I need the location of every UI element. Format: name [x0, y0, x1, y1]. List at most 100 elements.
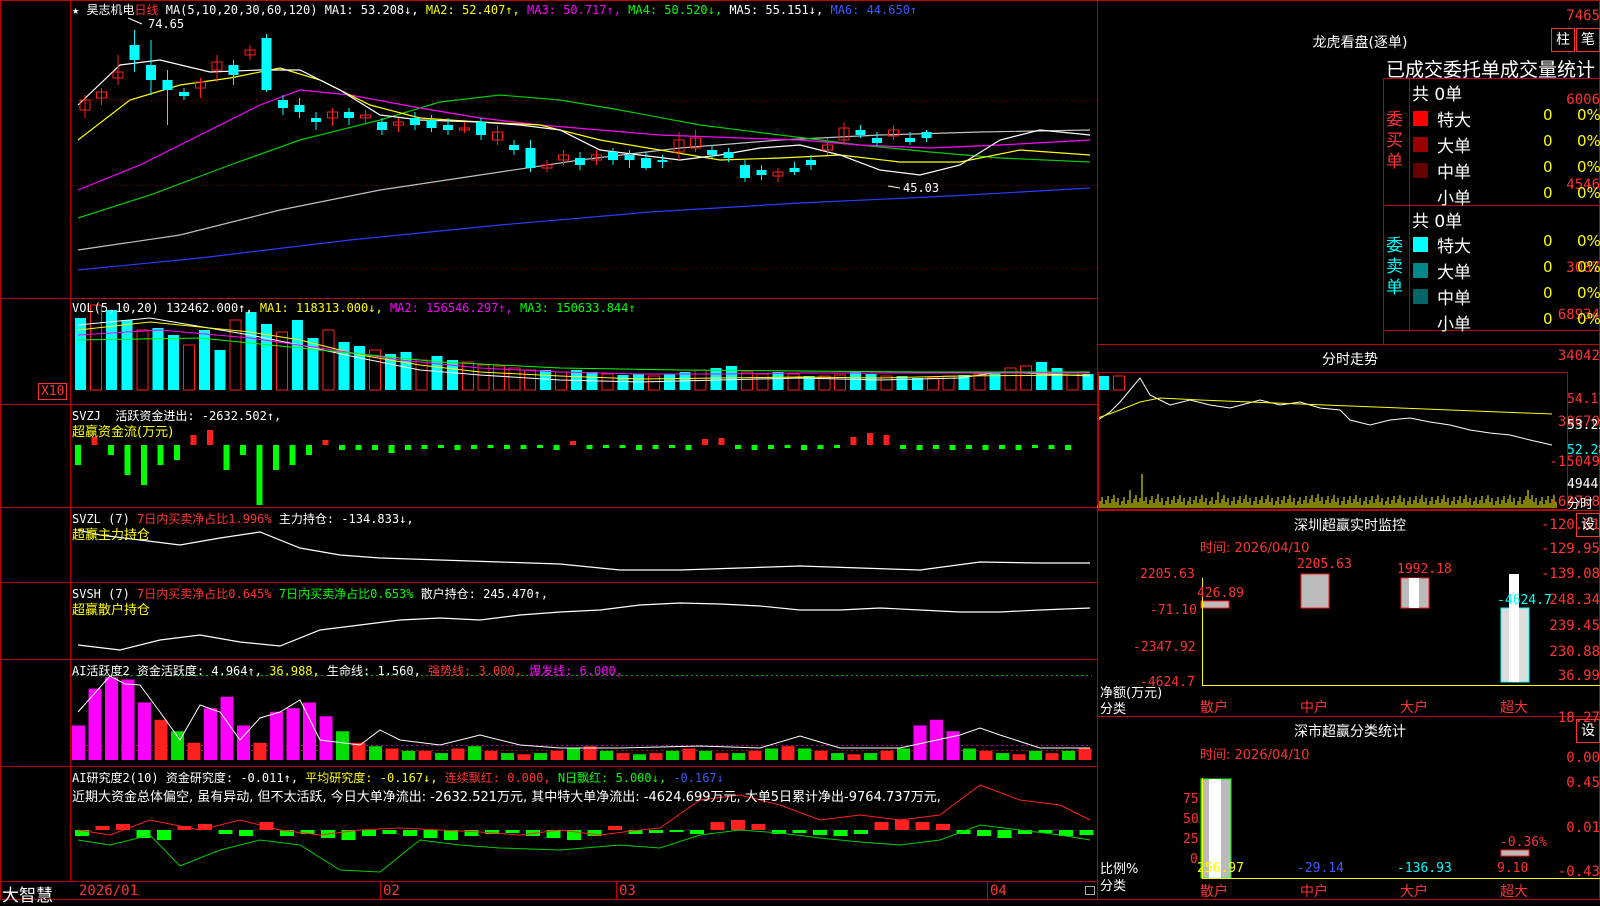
volume-bar-up	[973, 373, 986, 391]
activity-bar-burst	[88, 688, 102, 760]
sell-row-pct: 0%	[1577, 258, 1600, 276]
svzj-outflow-bar	[999, 445, 1005, 449]
svzj-inflow-bar	[322, 440, 329, 445]
period-label[interactable]: 日线	[134, 3, 158, 17]
szmon-settings-button[interactable]: 设	[1576, 513, 1600, 537]
svzj-outflow-bar	[438, 445, 444, 448]
low-note: 45.03	[903, 181, 939, 195]
research-bar-red	[608, 826, 622, 830]
sell-row-count: 0	[1543, 258, 1553, 276]
intraday-tick-2: 53.22	[1567, 418, 1600, 433]
svzl-tick-3: -139.08	[1540, 566, 1600, 582]
szmon-bar-super-highlight	[1509, 608, 1519, 682]
activity-bar-strong	[781, 746, 795, 760]
buy-swatch-3	[1413, 189, 1428, 204]
research-bar-green	[1079, 830, 1094, 835]
buy-swatch-1	[1413, 137, 1428, 152]
svzj-outflow-bar	[784, 445, 791, 448]
candle-body-down	[723, 152, 734, 158]
buy-row-pct: 0%	[1577, 158, 1600, 176]
ma3-line	[77, 89, 1091, 191]
activity-bar-strong	[682, 748, 696, 760]
volume-bar-down	[772, 372, 784, 390]
szcls-tick-50: 50	[1183, 812, 1199, 827]
svzj-outflow-bar	[504, 445, 510, 449]
category-label: 散户	[1200, 884, 1228, 900]
svzj-outflow-bar	[421, 445, 428, 449]
activity-bar-normal	[864, 753, 877, 760]
volume-bar-down	[168, 335, 179, 390]
activity-bar-strong	[1078, 748, 1092, 760]
szmon-tick-3: -2347.92	[1133, 640, 1196, 655]
star-icon[interactable]: ★	[72, 3, 79, 17]
volume-bar-down	[400, 352, 412, 390]
activity-bar-normal	[501, 753, 514, 760]
category-label: 中户	[1300, 700, 1328, 716]
ma1-line	[77, 59, 1091, 176]
svsh-line	[77, 602, 1091, 651]
activity-bar-normal	[369, 746, 382, 760]
stock-name[interactable]: 昊志机电	[86, 3, 134, 17]
research-bar-green	[218, 830, 233, 834]
activity-bar-burst	[204, 708, 217, 760]
szmon-title: 深圳超赢实时监控	[1294, 518, 1406, 534]
xaxis-apr: 04	[990, 883, 1007, 899]
buy-row-pct: 0%	[1577, 106, 1600, 124]
ai1-burst: 爆发线: 6.000,	[529, 664, 623, 678]
candle-body-down	[789, 168, 800, 172]
szmon-xaxis	[1202, 685, 1600, 686]
volume-bar-down	[710, 368, 722, 390]
volume-bar-down	[617, 375, 629, 390]
research-bar-red	[259, 822, 274, 830]
volume-bar-up	[183, 344, 195, 391]
svzl-subtitle: 超赢主力持仓	[72, 528, 151, 543]
volume-bar-down	[121, 320, 133, 390]
volume-bar-up	[508, 367, 521, 391]
svzj-outflow-bar	[949, 445, 956, 450]
brand-label[interactable]: 大智慧	[2, 881, 53, 906]
ai2-tick-2: 0.01	[1566, 820, 1600, 836]
svzj-outflow-bar	[603, 445, 609, 448]
activity-bar-strong	[187, 742, 201, 760]
vol-unit-badge[interactable]: X10	[38, 383, 68, 400]
vol-ma2: MA2: 156546.297↑,	[389, 301, 513, 315]
activity-bar-strong	[616, 753, 630, 760]
sell-row-pct: 0%	[1577, 232, 1600, 250]
svzj-outflow-bar	[1032, 445, 1038, 448]
svzj-outflow-bar	[553, 445, 560, 450]
volume-bar-down	[540, 370, 551, 390]
buy-row-pct: 0%	[1577, 132, 1600, 150]
research-bar-green	[792, 830, 807, 833]
volume-bar-up	[741, 371, 753, 391]
buy-swatch-0	[1413, 111, 1428, 126]
research-bar-red	[95, 826, 110, 830]
category-label: 超大	[1500, 700, 1528, 716]
lock-icon[interactable]	[1085, 886, 1095, 895]
candle-body-down	[509, 145, 519, 150]
ai1-life: 生命线: 1.560,	[327, 664, 421, 678]
activity-bar-strong	[550, 750, 564, 760]
intraday-frame[interactable]	[1098, 372, 1568, 510]
activity-bar-strong	[484, 750, 498, 760]
bar-view-button[interactable]: 柱	[1551, 28, 1575, 52]
svzj-outflow-bar	[487, 445, 494, 448]
vol-ma3: MA3: 150633.844↑	[520, 301, 636, 315]
ma6-line	[77, 187, 1091, 271]
activity-bar-normal	[633, 754, 646, 760]
svzj-outflow-bar	[735, 445, 741, 449]
svzj-outflow-bar	[636, 445, 642, 450]
candle-body-down	[905, 138, 915, 142]
szcls-settings-button[interactable]: 设	[1576, 719, 1600, 743]
sell-row-name: 小单	[1437, 315, 1471, 335]
activity-bar-strong	[451, 748, 465, 760]
sell-row-count: 0	[1543, 284, 1553, 302]
volume-bar-up	[927, 377, 939, 391]
tick-view-button[interactable]: 笔	[1576, 28, 1600, 52]
sell-row-name: 特大	[1437, 237, 1471, 257]
research-bar-red	[936, 824, 950, 830]
candle-body-down	[278, 100, 288, 108]
research-bar-green	[382, 830, 397, 834]
svzj-outflow-bar	[933, 445, 939, 449]
order-stats-title[interactable]: 已成交委托单成交量统计	[1386, 55, 1595, 82]
activity-bar-burst	[286, 708, 300, 760]
